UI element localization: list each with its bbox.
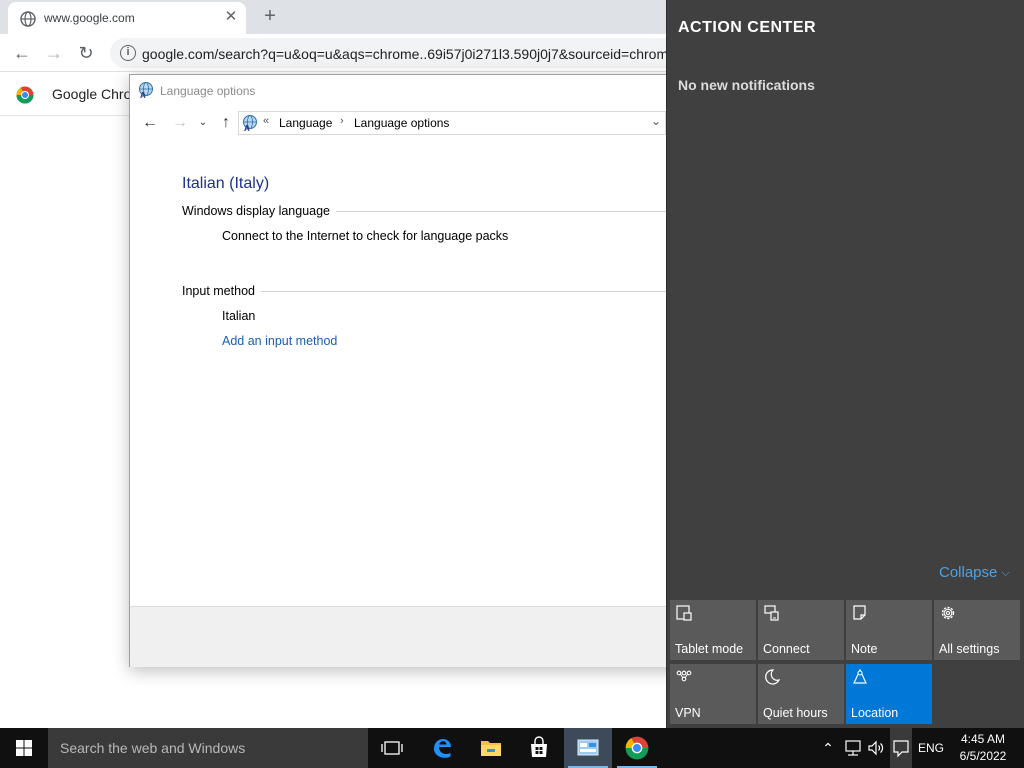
moon-icon (765, 669, 781, 685)
quick-action-note[interactable]: Note (846, 600, 932, 660)
chevron-down-icon: ⌵ (1001, 567, 1010, 579)
language-pack-status: Connect to the Internet to check for lan… (222, 229, 509, 243)
quick-action-vpn[interactable]: VPN (670, 664, 756, 724)
window-titlebar[interactable]: A Language options (130, 75, 708, 105)
tab-title: www.google.com (44, 11, 135, 25)
back-arrow-icon[interactable]: ← (140, 113, 160, 133)
input-language-indicator[interactable]: ENG (918, 741, 944, 755)
network-icon[interactable] (843, 738, 863, 758)
quick-action-label: All settings (939, 642, 1000, 656)
quick-action-tablet-mode[interactable]: Tablet mode (670, 600, 756, 660)
clock[interactable]: 4:45 AM 6/5/2022 (950, 731, 1016, 765)
chevron-up-icon[interactable]: ⌃ (818, 738, 838, 758)
explorer-address-box[interactable]: A « Language › Language options ⌄ (238, 111, 666, 135)
windows-logo-icon (16, 740, 32, 756)
control-panel-icon (577, 739, 599, 756)
connect-icon (764, 605, 779, 621)
add-input-method-link[interactable]: Add an input method (222, 334, 337, 348)
breadcrumb-language-options[interactable]: Language options (354, 116, 449, 130)
task-view-button[interactable] (368, 728, 416, 768)
display-language-section-title: Windows display language (182, 204, 337, 218)
taskbar-search-box[interactable]: Search the web and Windows (48, 728, 368, 768)
action-center-title: ACTION CENTER (678, 19, 817, 36)
window-footer (130, 606, 708, 667)
explorer-navbar: ← → ⌄ ↑ A « Language › Language options … (130, 109, 708, 137)
folder-icon (481, 741, 501, 756)
vpn-icon (676, 670, 692, 682)
quick-action-label: Connect (763, 642, 810, 656)
forward-arrow-icon[interactable]: → (42, 42, 66, 64)
back-arrow-icon[interactable]: ← (10, 42, 34, 64)
notification-icon (893, 740, 909, 758)
edge-icon (434, 739, 451, 758)
taskbar-store[interactable] (515, 728, 563, 768)
breadcrumb-separator-icon: › (340, 115, 344, 127)
recent-locations-chevron-icon[interactable]: ⌄ (193, 113, 213, 133)
taskbar-file-explorer[interactable] (467, 728, 515, 768)
clock-date: 6/5/2022 (959, 749, 1007, 763)
chrome-logo-icon (16, 86, 34, 104)
quick-action-label: Quiet hours (763, 706, 828, 720)
svg-text:A: A (244, 124, 250, 132)
window-title: Language options (160, 84, 256, 98)
quick-action-quiet-hours[interactable]: Quiet hours (758, 664, 844, 724)
gear-icon (941, 606, 955, 620)
close-icon[interactable]: ✕ (222, 8, 240, 26)
quick-action-connect[interactable]: Connect (758, 600, 844, 660)
new-tab-button[interactable]: + (258, 5, 282, 29)
input-method-item: Italian (222, 309, 256, 323)
quick-action-all-settings[interactable]: All settings (934, 600, 1020, 660)
language-icon: A (243, 115, 257, 132)
forward-arrow-icon[interactable]: → (170, 113, 190, 133)
globe-icon (20, 11, 36, 27)
clock-time: 4:45 AM (960, 732, 1006, 746)
quick-action-location[interactable]: Location (846, 664, 932, 724)
collapse-button[interactable]: Collapse ⌵ (939, 564, 1010, 581)
task-view-icon (381, 741, 403, 755)
taskbar-control-panel[interactable] (564, 728, 612, 768)
location-icon (853, 668, 867, 684)
quick-action-label: Note (851, 642, 878, 656)
volume-icon[interactable] (866, 738, 886, 758)
browser-tab[interactable]: www.google.com ✕ (8, 2, 246, 34)
page-title: Italian (Italy) (182, 175, 270, 192)
url-text: google.com/search?q=u&oq=u&aqs=chrome..6… (142, 46, 676, 62)
input-method-section-title: Input method (182, 284, 261, 298)
tablet-mode-icon (676, 605, 692, 621)
svg-text:A: A (140, 91, 146, 99)
chrome-logo-icon (625, 736, 649, 760)
start-button[interactable] (0, 728, 48, 768)
language-icon: A (139, 82, 153, 99)
language-options-window: A Language options ← → ⌄ ↑ A « Language … (129, 74, 722, 667)
breadcrumb-overflow[interactable]: « (263, 115, 269, 127)
section-divider (182, 291, 722, 292)
taskbar: Search the web and Windows ⌃ ENG 4:45 AM… (0, 728, 1024, 768)
note-icon (853, 605, 866, 620)
action-center-panel: ACTION CENTER No new notifications Colla… (666, 0, 1024, 728)
quick-action-label: Location (851, 706, 899, 720)
taskbar-edge[interactable] (418, 728, 466, 768)
collapse-label: Collapse (939, 564, 998, 581)
breadcrumb-language[interactable]: Language (279, 116, 332, 130)
search-placeholder: Search the web and Windows (60, 740, 246, 756)
store-icon (531, 736, 547, 757)
language-options-content: Italian (Italy) Windows display language… (130, 137, 722, 605)
up-arrow-icon[interactable]: ↑ (216, 113, 236, 133)
quick-action-label: Tablet mode (675, 642, 744, 656)
chevron-down-icon[interactable]: ⌄ (651, 114, 661, 128)
taskbar-chrome[interactable] (613, 728, 661, 768)
notifications-empty-message: No new notifications (678, 77, 815, 93)
reload-icon[interactable]: ↻ (74, 42, 98, 64)
quick-action-label: VPN (675, 706, 701, 720)
info-icon[interactable]: i (120, 45, 136, 61)
action-center-button[interactable] (890, 728, 912, 768)
